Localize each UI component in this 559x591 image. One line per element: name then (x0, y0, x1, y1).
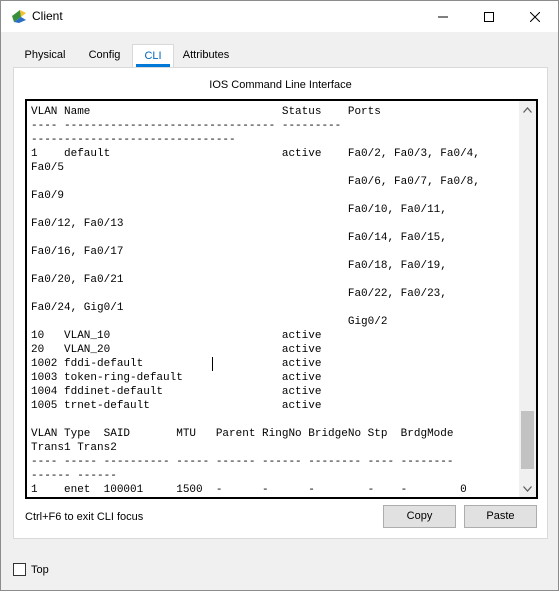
cli-panel: IOS Command Line Interface VLAN Name Sta… (13, 67, 548, 539)
tab-label: Config (88, 49, 121, 61)
title-bar[interactable]: Client (1, 1, 558, 32)
cli-line: 1 enet 100001 1500 - - - - - 0 (31, 484, 467, 496)
cli-line: 1 default active Fa0/2, Fa0/3, Fa0/4, (31, 148, 480, 160)
cli-line: Fa0/6, Fa0/7, Fa0/8, (31, 176, 480, 188)
close-button[interactable] (512, 1, 558, 32)
exit-focus-hint: Ctrl+F6 to exit CLI focus (25, 511, 144, 523)
scrollbar-thumb[interactable] (521, 411, 534, 469)
tab-attributes[interactable]: Attributes (174, 44, 238, 67)
cli-line: VLAN Type SAID MTU Parent RingNo BridgeN… (31, 428, 454, 440)
scroll-down-button[interactable] (519, 480, 536, 497)
panel-caption: IOS Command Line Interface (209, 79, 352, 91)
vertical-scrollbar[interactable] (519, 101, 536, 497)
cli-terminal[interactable]: VLAN Name Status Ports ---- -------------… (25, 99, 538, 499)
cli-line: Fa0/18, Fa0/19, (31, 260, 447, 272)
cli-line: Fa0/9 (31, 190, 65, 202)
paste-button[interactable]: Paste (464, 505, 537, 528)
tab-config[interactable]: Config (77, 44, 132, 67)
cli-line: 1005 trnet-default active (31, 400, 322, 412)
cli-line: ------------------------------- (31, 134, 236, 146)
cli-line: 10 VLAN_10 active (31, 330, 322, 342)
window-title: Client (32, 9, 63, 23)
cli-output[interactable]: VLAN Name Status Ports ---- -------------… (31, 105, 515, 497)
tab-cli[interactable]: CLI (132, 44, 174, 67)
cli-line: 20 VLAN_20 active (31, 344, 322, 356)
tab-label: Attributes (182, 49, 230, 61)
minimize-button[interactable] (420, 1, 466, 32)
client-window: Client Physical Config CLI Attributes IO… (0, 0, 559, 591)
minimize-icon (438, 16, 448, 17)
copy-button[interactable]: Copy (383, 505, 456, 528)
cli-line: ---- ----- ---------- ----- ------ -----… (31, 456, 454, 468)
tab-label: Physical (24, 49, 66, 61)
top-checkbox[interactable] (13, 563, 26, 576)
cli-line (31, 413, 515, 427)
cli-line: Trans1 Trans2 (31, 442, 117, 454)
scroll-down-icon (523, 485, 532, 492)
cli-line: Gig0/2 (31, 316, 388, 328)
cli-line: Fa0/24, Gig0/1 (31, 302, 124, 314)
top-checkbox-label: Top (31, 564, 49, 576)
cli-line: Fa0/16, Fa0/17 (31, 246, 124, 258)
cli-line: 1002 fddi-default active (31, 358, 322, 370)
cli-line: Fa0/14, Fa0/15, (31, 232, 447, 244)
app-icon (11, 8, 27, 24)
cli-line: 1003 token-ring-default active (31, 372, 322, 384)
maximize-icon (484, 11, 494, 22)
tab-label: CLI (144, 50, 162, 62)
maximize-button[interactable] (466, 1, 512, 32)
cli-line: ------ ------ (31, 470, 117, 482)
cli-line: ---- -------------------------------- --… (31, 120, 342, 132)
scroll-up-button[interactable] (519, 101, 536, 118)
cli-line: Fa0/10, Fa0/11, (31, 204, 447, 216)
close-icon (530, 11, 540, 22)
scroll-up-icon (523, 106, 532, 113)
cli-line: Fa0/12, Fa0/13 (31, 218, 124, 230)
cli-line: VLAN Name Status Ports (31, 106, 381, 118)
cli-line: Fa0/22, Fa0/23, (31, 288, 447, 300)
text-cursor (212, 357, 213, 371)
cli-line: Fa0/20, Fa0/21 (31, 274, 124, 286)
cli-line: Fa0/5 (31, 162, 65, 174)
tab-physical[interactable]: Physical (13, 44, 77, 67)
cli-line: 1004 fddinet-default active (31, 386, 322, 398)
